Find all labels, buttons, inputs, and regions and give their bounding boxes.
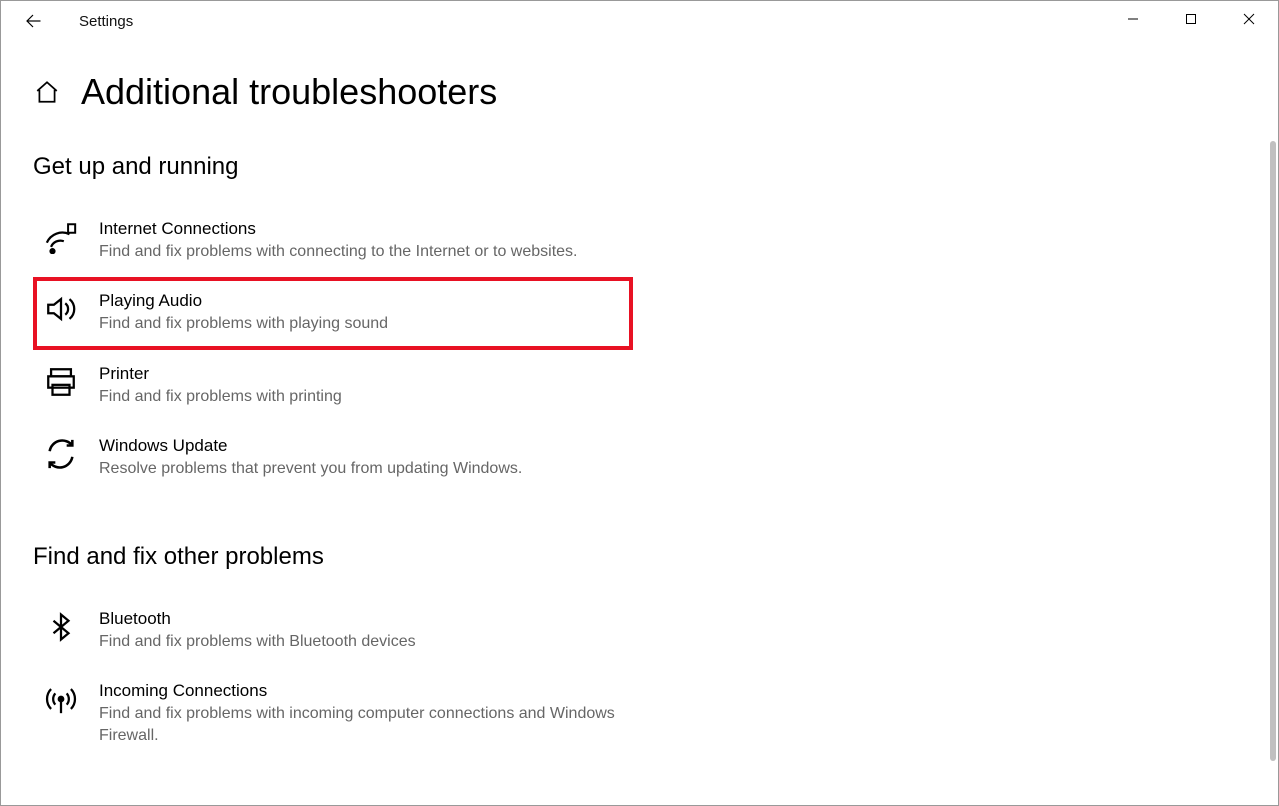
bluetooth-icon [43,609,79,645]
troubleshooter-incoming-connections[interactable]: Incoming Connections Find and fix proble… [33,667,633,762]
network-icon [43,219,79,255]
troubleshooter-title: Windows Update [99,436,623,456]
back-button[interactable] [19,7,47,35]
troubleshooter-list-2: Bluetooth Find and fix problems with Blu… [33,595,633,762]
troubleshooter-title: Internet Connections [99,219,623,239]
troubleshooter-title: Bluetooth [99,609,623,629]
troubleshooter-title: Playing Audio [99,291,623,311]
troubleshooter-desc: Find and fix problems with incoming comp… [99,703,623,748]
troubleshooter-desc: Find and fix problems with printing [99,386,623,408]
printer-icon [43,364,79,400]
maximize-button[interactable] [1162,1,1220,37]
troubleshooter-windows-update[interactable]: Windows Update Resolve problems that pre… [33,422,633,494]
troubleshooter-title: Printer [99,364,623,384]
window-controls [1104,1,1278,37]
page-title: Additional troubleshooters [81,71,497,113]
troubleshooter-desc: Find and fix problems with playing sound [99,313,623,335]
troubleshooter-printer[interactable]: Printer Find and fix problems with print… [33,350,633,422]
window-title: Settings [79,13,133,30]
refresh-icon [43,436,79,472]
minimize-button[interactable] [1104,1,1162,37]
section2-title: Find and fix other problems [33,543,1246,571]
troubleshooter-internet-connections[interactable]: Internet Connections Find and fix proble… [33,205,633,277]
troubleshooter-desc: Resolve problems that prevent you from u… [99,458,623,480]
page-header: Additional troubleshooters [33,71,1246,113]
content-area: Additional troubleshooters Get up and ru… [1,41,1278,805]
settings-window: Settings Additional troubleshooters Get … [0,0,1279,806]
troubleshooter-title: Incoming Connections [99,681,623,701]
troubleshooter-playing-audio[interactable]: Playing Audio Find and fix problems with… [33,277,633,349]
speaker-icon [43,291,79,327]
home-icon[interactable] [33,78,61,106]
scrollbar[interactable] [1270,141,1276,761]
close-button[interactable] [1220,1,1278,37]
troubleshooter-bluetooth[interactable]: Bluetooth Find and fix problems with Blu… [33,595,633,667]
troubleshooter-desc: Find and fix problems with connecting to… [99,241,623,263]
troubleshooter-desc: Find and fix problems with Bluetooth dev… [99,631,623,653]
antenna-icon [43,681,79,717]
titlebar: Settings [1,1,1278,41]
section1-title: Get up and running [33,153,1246,181]
troubleshooter-list-1: Internet Connections Find and fix proble… [33,205,633,495]
